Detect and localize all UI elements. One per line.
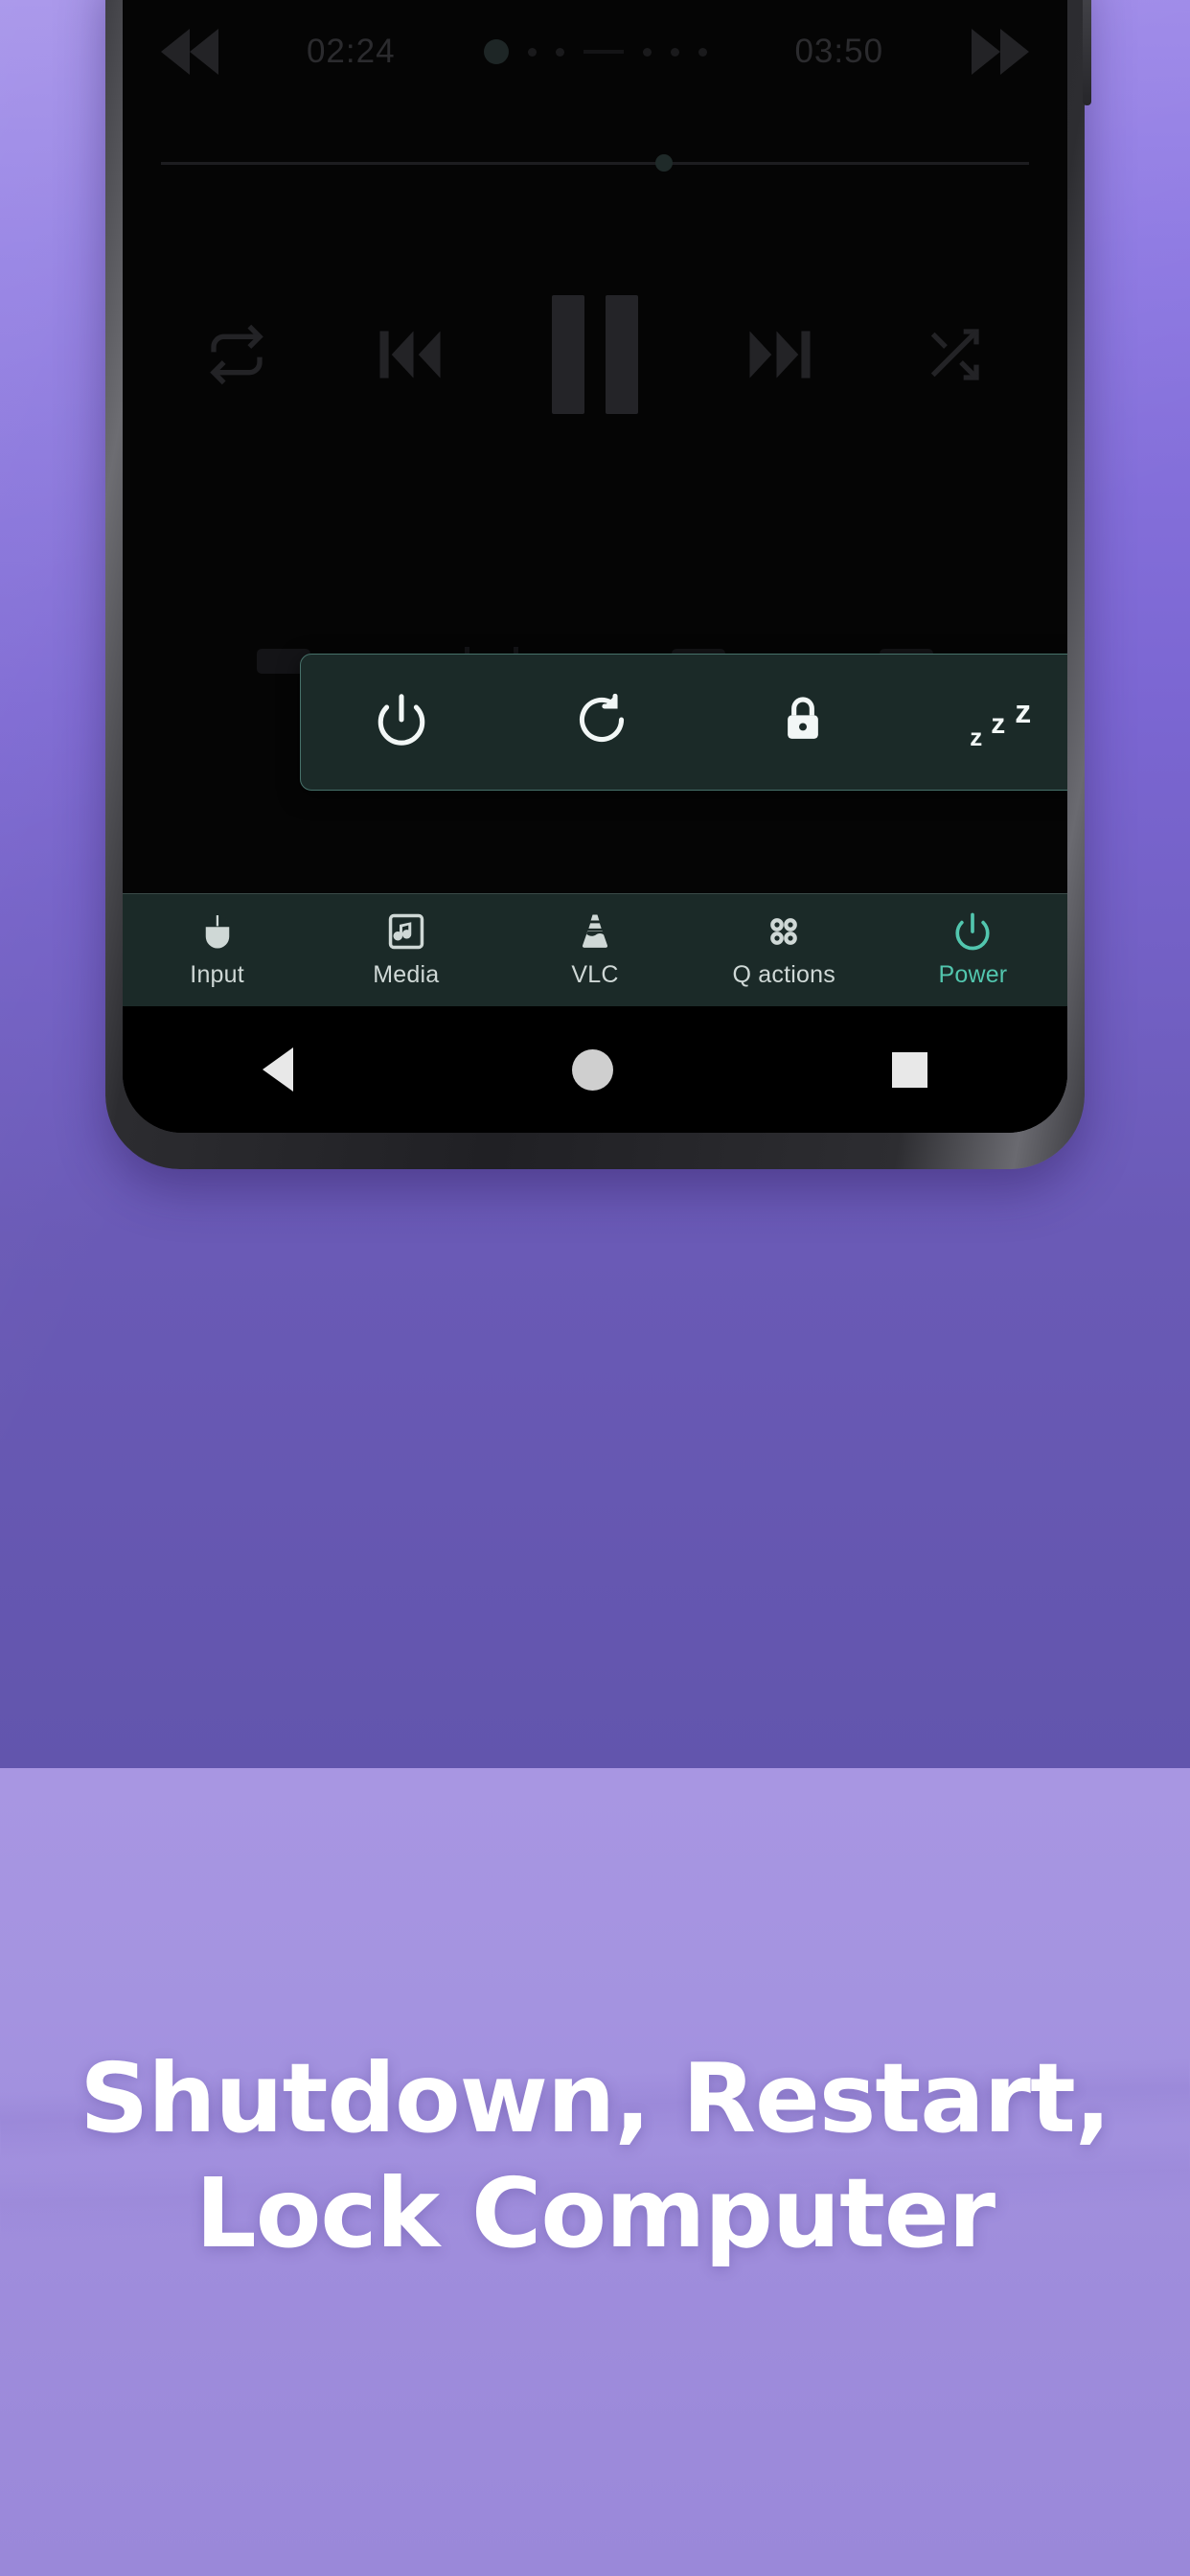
slider-knob[interactable]	[655, 154, 674, 172]
vlc-cone-icon	[575, 911, 615, 952]
tab-label: Input	[190, 961, 244, 988]
elapsed-time-label: 02:24	[306, 33, 396, 70]
mouse-icon	[197, 911, 238, 952]
back-triangle-icon[interactable]	[262, 1047, 293, 1092]
phone-side-button	[1083, 0, 1091, 105]
phone-mockup: 02:24 03:50 z z z Input Media VLC Q acti…	[105, 0, 1091, 1169]
power-icon	[374, 692, 429, 752]
tab-label: Q actions	[732, 961, 835, 988]
volume-down-icon[interactable]	[169, 516, 207, 548]
tab-label: VLC	[571, 961, 619, 988]
secondary-media-row	[123, 498, 1067, 565]
tab-input[interactable]: Input	[123, 894, 311, 1006]
music-note-icon	[386, 911, 426, 952]
tab-label: Media	[373, 961, 440, 988]
repeat-icon[interactable]	[206, 324, 267, 385]
seek-dots-indicator	[483, 39, 707, 64]
bottom-tab-bar: Input Media VLC Q actions Power	[123, 893, 1067, 1006]
next-track-icon[interactable]	[740, 314, 820, 395]
power-actions-popup: z z z	[300, 654, 1067, 791]
previous-track-icon[interactable]	[370, 314, 450, 395]
tab-vlc[interactable]: VLC	[500, 894, 689, 1006]
slider-track	[161, 154, 1029, 172]
fast-forward-icon[interactable]	[972, 29, 1029, 75]
tab-media[interactable]: Media	[311, 894, 500, 1006]
power-icon	[952, 911, 993, 952]
home-circle-icon[interactable]	[571, 1048, 613, 1091]
grid-dots-icon	[764, 911, 804, 952]
app-screen: 02:24 03:50 z z z Input Media VLC Q acti…	[123, 0, 1067, 1133]
media-controls-row	[123, 278, 1067, 431]
sleep-button[interactable]: z z z	[922, 654, 1067, 791]
media-progress-slider[interactable]	[123, 144, 1067, 182]
total-time-label: 03:50	[794, 33, 884, 70]
lock-button[interactable]	[721, 654, 884, 791]
restart-button[interactable]	[520, 654, 683, 791]
media-seek-row: 02:24 03:50	[123, 21, 1067, 82]
shutdown-button[interactable]	[320, 654, 483, 791]
shuffle-icon[interactable]	[923, 324, 984, 385]
android-navigation-bar	[123, 1006, 1067, 1133]
restart-icon	[574, 692, 629, 752]
mute-dot-icon[interactable]	[576, 516, 614, 548]
headline: Shutdown, Restart, Lock Computer	[0, 2051, 1190, 2262]
phone-screen-bezel: 02:24 03:50 z z z Input Media VLC Q acti…	[123, 0, 1067, 1133]
tab-q-actions[interactable]: Q actions	[690, 894, 879, 1006]
rewind-icon[interactable]	[161, 29, 218, 75]
recents-square-icon[interactable]	[892, 1051, 928, 1088]
pause-icon[interactable]	[551, 295, 638, 414]
volume-up-icon[interactable]	[983, 516, 1021, 548]
lock-icon	[776, 693, 830, 751]
tab-power[interactable]: Power	[879, 894, 1067, 1006]
headline-line-1: Shutdown, Restart,	[80, 2042, 1111, 2154]
headline-line-2: Lock Computer	[195, 2157, 995, 2269]
tab-label: Power	[938, 961, 1008, 988]
sleep-zzz-icon: z z z	[970, 693, 1032, 751]
